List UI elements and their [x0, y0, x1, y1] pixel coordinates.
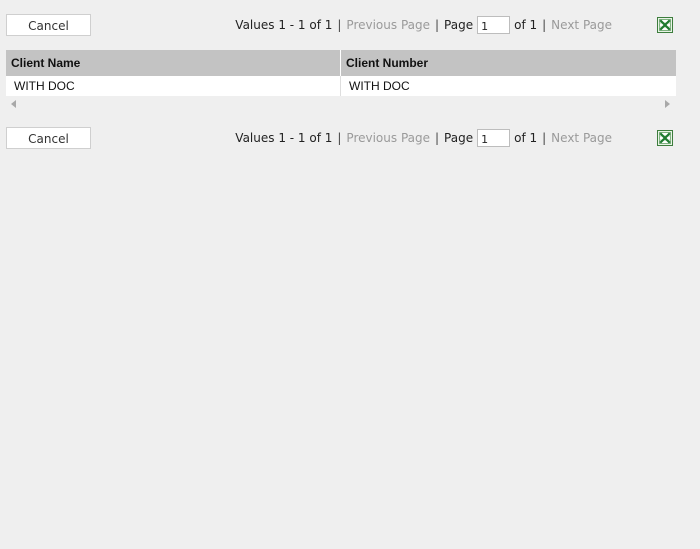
table-row[interactable]: WITH DOC WITH DOC — [6, 76, 676, 96]
cell-client-name: WITH DOC — [6, 76, 341, 96]
bottom-toolbar: Cancel Values 1 - 1 of 1 | Previous Page… — [0, 126, 700, 150]
separator: | — [542, 131, 547, 145]
values-count: Values 1 - 1 of 1 — [235, 18, 333, 32]
pagination: Values 1 - 1 of 1 | Previous Page | Page… — [235, 126, 612, 150]
excel-export-icon[interactable] — [657, 17, 673, 33]
pagination: Values 1 - 1 of 1 | Previous Page | Page… — [235, 13, 612, 37]
cancel-button[interactable]: Cancel — [6, 14, 91, 36]
previous-page-link[interactable]: Previous Page — [346, 18, 430, 32]
results-grid: Client Name Client Number WITH DOC WITH … — [6, 50, 676, 112]
next-page-link[interactable]: Next Page — [551, 131, 612, 145]
page-total: of 1 — [514, 131, 538, 145]
separator: | — [435, 18, 440, 32]
page-label: Page — [444, 18, 474, 32]
scroll-right-arrow-icon[interactable] — [665, 100, 670, 108]
scroll-left-arrow-icon[interactable] — [11, 100, 16, 108]
page-label: Page — [444, 131, 474, 145]
grid-header: Client Name Client Number — [6, 50, 676, 76]
excel-export-icon[interactable] — [657, 130, 673, 146]
cancel-button[interactable]: Cancel — [6, 127, 91, 149]
values-count: Values 1 - 1 of 1 — [235, 131, 333, 145]
previous-page-link[interactable]: Previous Page — [346, 131, 430, 145]
separator: | — [337, 131, 342, 145]
top-toolbar: Cancel Values 1 - 1 of 1 | Previous Page… — [0, 13, 700, 37]
column-header-client-name[interactable]: Client Name — [6, 50, 341, 76]
horizontal-scrollbar[interactable] — [6, 96, 676, 112]
page-number-input[interactable] — [477, 129, 511, 147]
column-header-client-number[interactable]: Client Number — [341, 50, 676, 76]
next-page-link[interactable]: Next Page — [551, 18, 612, 32]
separator: | — [542, 18, 547, 32]
cell-client-number: WITH DOC — [349, 79, 410, 93]
page-number-input[interactable] — [477, 16, 511, 34]
page: Cancel Values 1 - 1 of 1 | Previous Page… — [0, 0, 700, 549]
separator: | — [435, 131, 440, 145]
page-total: of 1 — [514, 18, 538, 32]
separator: | — [337, 18, 342, 32]
